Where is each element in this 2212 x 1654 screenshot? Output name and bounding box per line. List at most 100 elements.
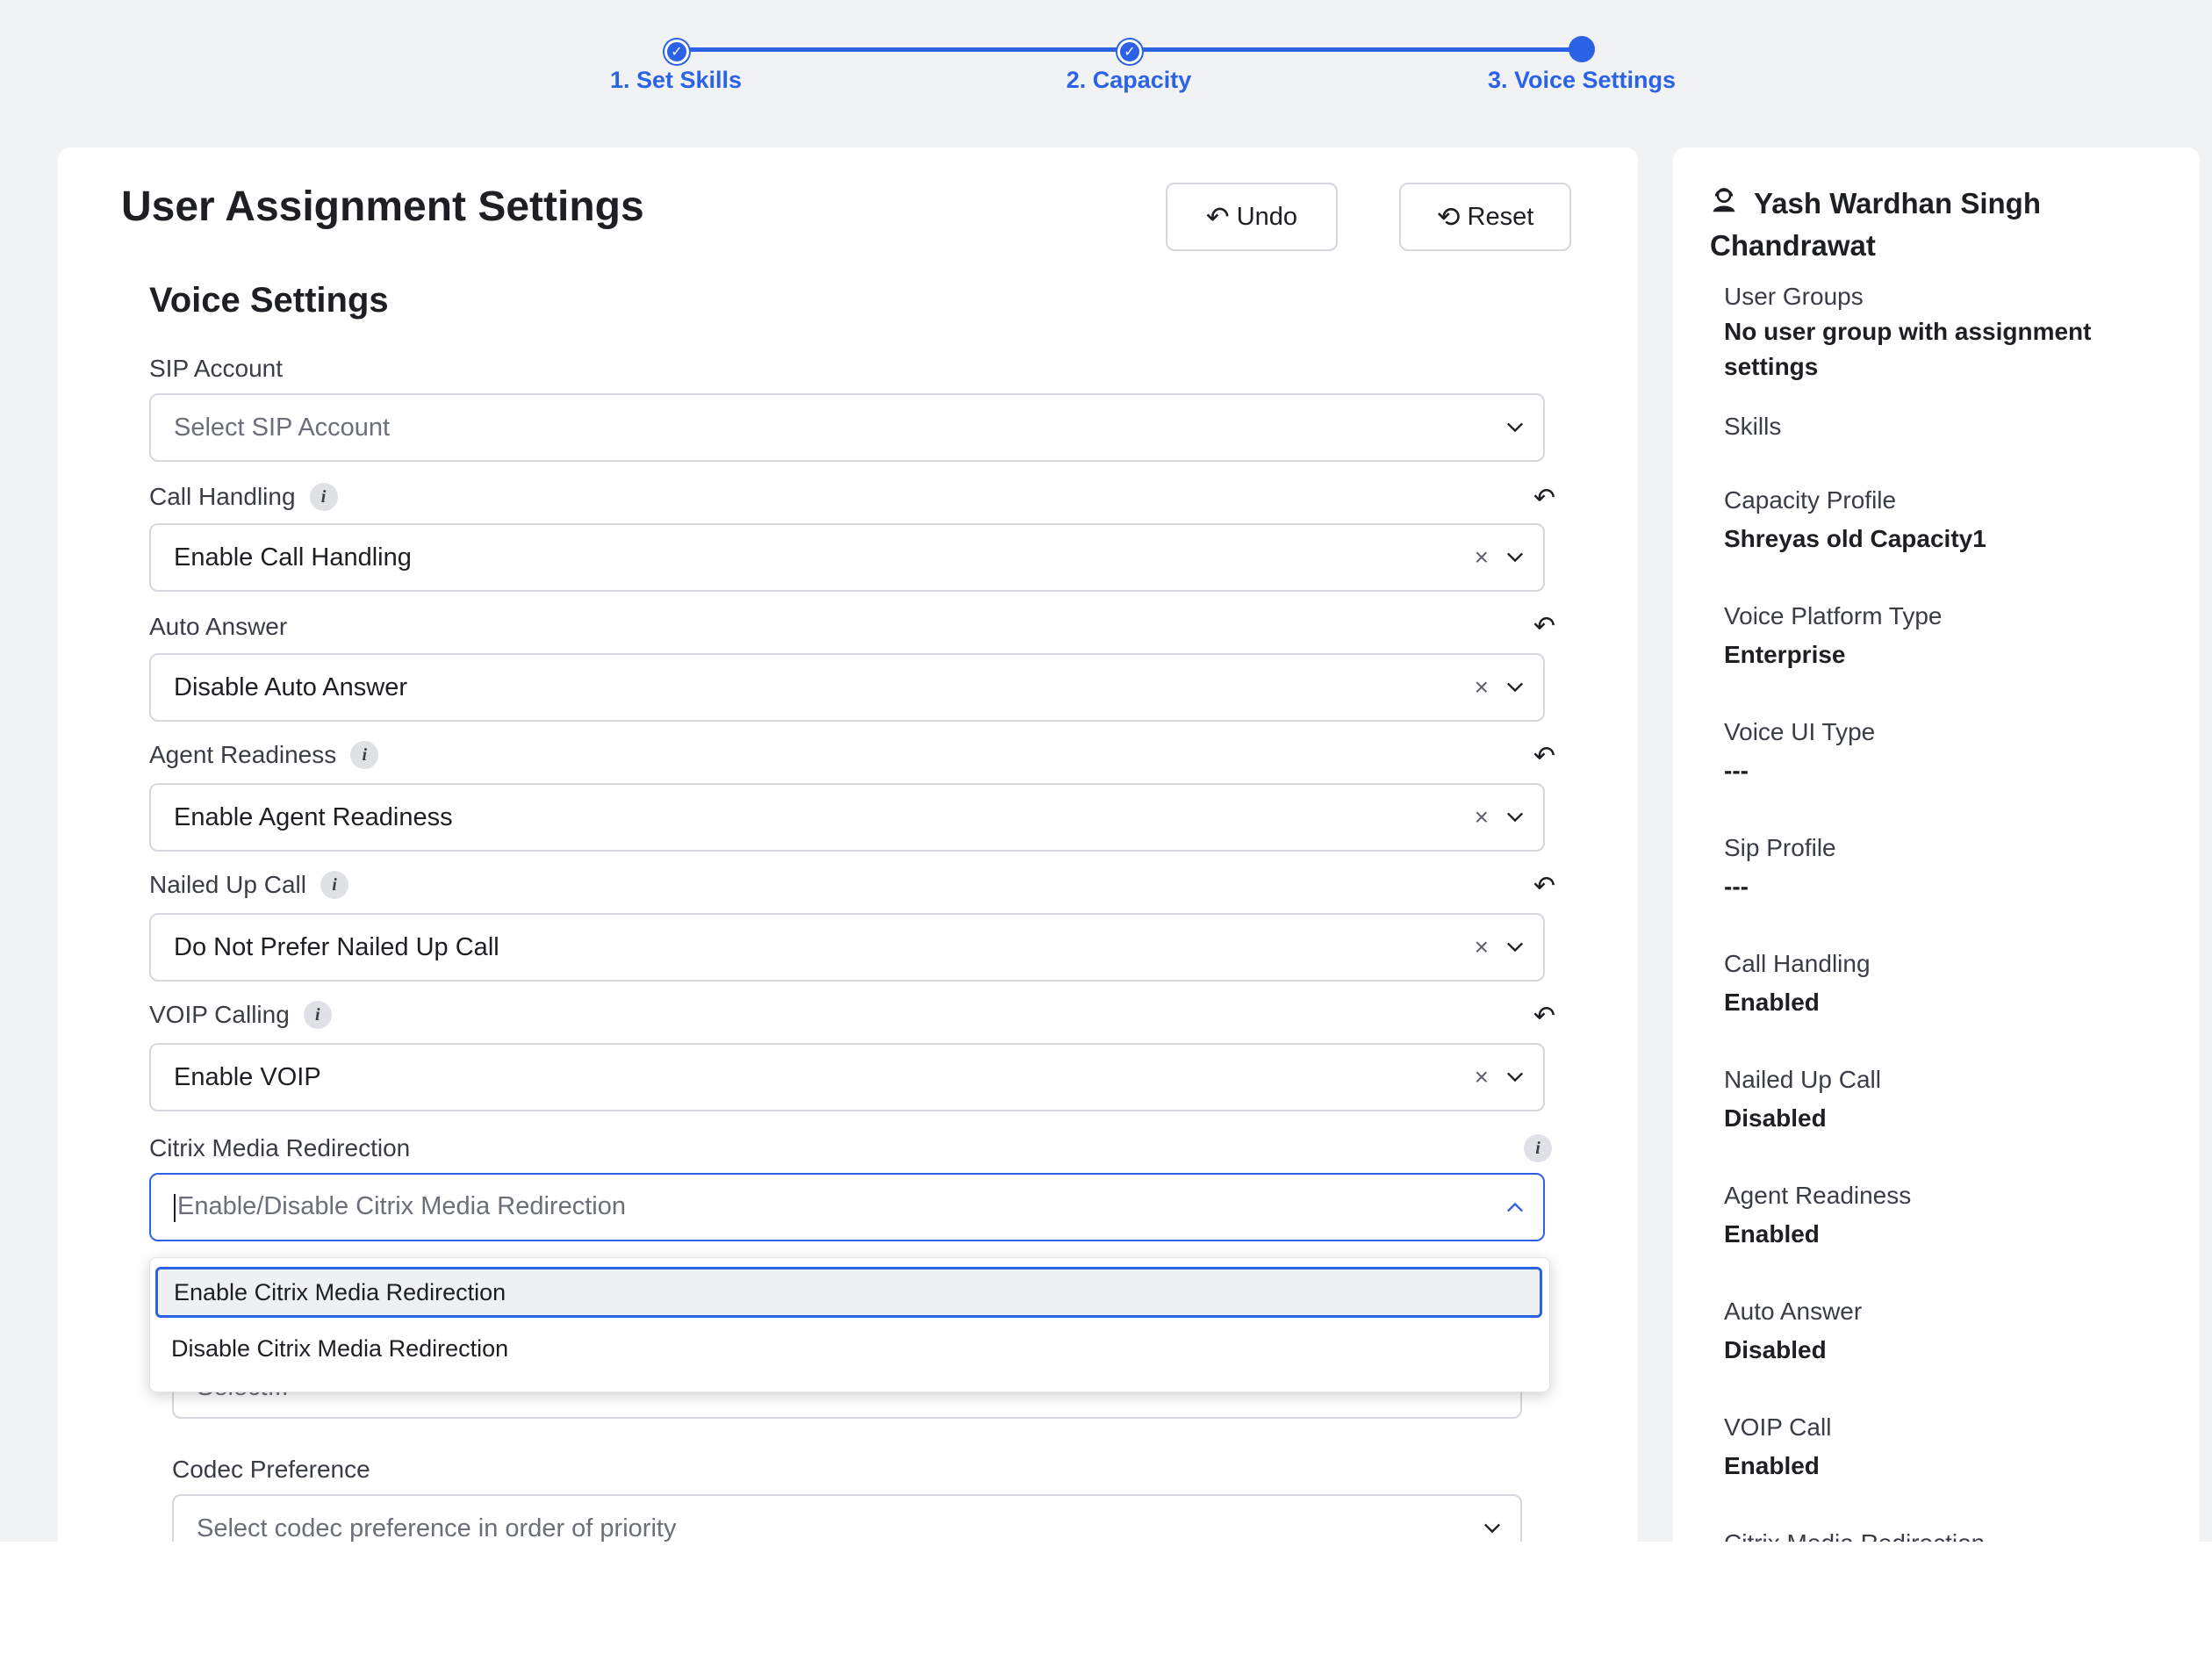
summary-value: Enabled [1724, 1452, 1820, 1479]
summary-key: Agent Readiness [1724, 1182, 1912, 1209]
user-name: Yash Wardhan Singh Chandrawat [1710, 183, 2166, 267]
summary-agent-readiness: Agent Readiness Enabled [1724, 1178, 2180, 1252]
section-title: Voice Settings [149, 281, 389, 320]
citrix-label: Citrix Media Redirection [149, 1134, 410, 1162]
citrix-input[interactable]: Enable/Disable Citrix Media Redirection [174, 1192, 1506, 1222]
clear-icon[interactable]: × [1475, 803, 1489, 831]
agent-readiness-select[interactable]: Enable Agent Readiness × [149, 783, 1545, 852]
codec-placeholder: Select codec preference in order of prio… [197, 1514, 677, 1543]
stepper-line-1 [676, 47, 1129, 52]
nailed-up-call-label-text: Nailed Up Call [149, 871, 306, 898]
summary-value: Disabled [1724, 1336, 1827, 1363]
sip-account-select[interactable]: Select SIP Account [149, 393, 1545, 462]
info-icon[interactable]: i [303, 1001, 332, 1029]
summary-key: Nailed Up Call [1724, 1066, 1881, 1093]
nailed-up-call-value: Do Not Prefer Nailed Up Call [174, 932, 499, 961]
info-icon[interactable]: i [350, 741, 379, 769]
summary-value: Enterprise [1724, 641, 1846, 668]
user-headset-icon [1710, 183, 1742, 225]
sip-account-label: SIP Account [149, 355, 283, 383]
info-icon[interactable]: i [320, 871, 348, 899]
chevron-down-icon[interactable] [1506, 549, 1524, 566]
call-handling-value: Enable Call Handling [174, 543, 412, 572]
auto-answer-label: Auto Answer [149, 613, 287, 641]
summary-key: Skills [1724, 413, 1782, 440]
summary-voice-ui-type: Voice UI Type --- [1724, 715, 2180, 788]
clear-icon[interactable]: × [1475, 933, 1489, 961]
step-2-check-icon[interactable]: ✓ [1117, 40, 1142, 64]
field-undo-icon[interactable]: ↶ [1533, 611, 1555, 642]
citrix-dropdown-menu: Enable Citrix Media Redirection Disable … [149, 1257, 1550, 1392]
sip-account-label-text: SIP Account [149, 355, 284, 382]
nailed-up-call-label: Nailed Up Call i [149, 871, 348, 899]
summary-key: User Groups [1724, 283, 1864, 310]
viewport-bottom-area [0, 1542, 2212, 1654]
call-handling-select[interactable]: Enable Call Handling × [149, 523, 1545, 592]
summary-value: Disabled [1724, 1104, 1827, 1132]
call-handling-label: Call Handling i [149, 483, 338, 511]
chevron-down-icon[interactable] [1506, 679, 1524, 696]
step-1-check-icon[interactable]: ✓ [664, 40, 689, 64]
summary-value: Enabled [1724, 1220, 1820, 1248]
citrix-select[interactable]: Enable/Disable Citrix Media Redirection [149, 1173, 1545, 1241]
nailed-up-call-select[interactable]: Do Not Prefer Nailed Up Call × [149, 913, 1545, 982]
auto-answer-select[interactable]: Disable Auto Answer × [149, 653, 1545, 722]
summary-voip-call: VOIP Call Enabled [1724, 1410, 2180, 1484]
field-undo-icon[interactable]: ↶ [1533, 741, 1555, 772]
summary-capacity-profile: Capacity Profile Shreyas old Capacity1 [1724, 483, 2180, 557]
summary-key: Auto Answer [1724, 1298, 1863, 1325]
summary-key: Call Handling [1724, 950, 1871, 977]
clear-icon[interactable]: × [1475, 1063, 1489, 1091]
chevron-down-icon[interactable] [1506, 419, 1524, 436]
agent-readiness-label-text: Agent Readiness [149, 741, 337, 768]
summary-voice-platform: Voice Platform Type Enterprise [1724, 599, 2180, 672]
undo-button[interactable]: ↶ Undo [1166, 183, 1338, 251]
option-disable-citrix[interactable]: Disable Citrix Media Redirection [155, 1323, 1542, 1374]
stepper-line-2 [1129, 47, 1582, 52]
voip-calling-select[interactable]: Enable VOIP × [149, 1043, 1545, 1111]
user-summary-panel: Yash Wardhan Singh Chandrawat User Group… [1673, 147, 2200, 1654]
auto-answer-label-text: Auto Answer [149, 613, 288, 640]
codec-label: Codec Preference [172, 1456, 370, 1484]
summary-value: --- [1724, 757, 1749, 784]
summary-key: VOIP Call [1724, 1413, 1832, 1441]
field-undo-icon[interactable]: ↶ [1533, 483, 1555, 514]
info-icon[interactable]: i [1524, 1134, 1552, 1162]
field-undo-icon[interactable]: ↶ [1533, 871, 1555, 902]
summary-value: Shreyas old Capacity1 [1724, 525, 1986, 552]
codec-label-text: Codec Preference [172, 1456, 370, 1483]
voip-calling-value: Enable VOIP [174, 1062, 321, 1091]
sip-account-placeholder: Select SIP Account [174, 413, 391, 442]
summary-sip-profile: Sip Profile --- [1724, 831, 2180, 904]
chevron-down-icon[interactable] [1506, 1068, 1524, 1086]
agent-readiness-label: Agent Readiness i [149, 741, 379, 769]
chevron-down-icon[interactable] [1506, 809, 1524, 826]
summary-call-handling: Call Handling Enabled [1724, 946, 2180, 1020]
step-1-label[interactable]: 1. Set Skills [610, 67, 742, 94]
step-3-current-icon[interactable] [1569, 36, 1595, 62]
chevron-up-icon[interactable] [1506, 1198, 1524, 1216]
citrix-label-text: Citrix Media Redirection [149, 1134, 411, 1161]
summary-auto-answer: Auto Answer Disabled [1724, 1294, 2180, 1368]
chevron-down-icon[interactable] [1506, 938, 1524, 956]
chevron-down-icon[interactable] [1483, 1520, 1501, 1537]
page-title: User Assignment Settings [121, 183, 644, 230]
clear-icon[interactable]: × [1475, 673, 1489, 701]
agent-readiness-value: Enable Agent Readiness [174, 802, 453, 831]
reset-button-label: Reset [1467, 202, 1534, 231]
step-2-label[interactable]: 2. Capacity [1066, 67, 1192, 94]
option-enable-citrix[interactable]: Enable Citrix Media Redirection [155, 1267, 1542, 1318]
summary-key: Voice Platform Type [1724, 602, 1943, 629]
summary-key: Capacity Profile [1724, 486, 1897, 514]
summary-user-groups: User Groups No user group with assignmen… [1724, 279, 2180, 385]
undo-button-label: Undo [1236, 202, 1298, 231]
reset-button[interactable]: ⟲ Reset [1399, 183, 1571, 251]
field-undo-icon[interactable]: ↶ [1533, 1001, 1555, 1032]
summary-skills: Skills [1724, 409, 2180, 448]
info-icon[interactable]: i [309, 483, 338, 511]
summary-nailed-up-call: Nailed Up Call Disabled [1724, 1062, 2180, 1136]
clear-icon[interactable]: × [1475, 543, 1489, 572]
summary-key: Voice UI Type [1724, 718, 1876, 745]
summary-value: No user group with assignment settings [1724, 318, 2092, 380]
step-3-label[interactable]: 3. Voice Settings [1488, 67, 1676, 94]
